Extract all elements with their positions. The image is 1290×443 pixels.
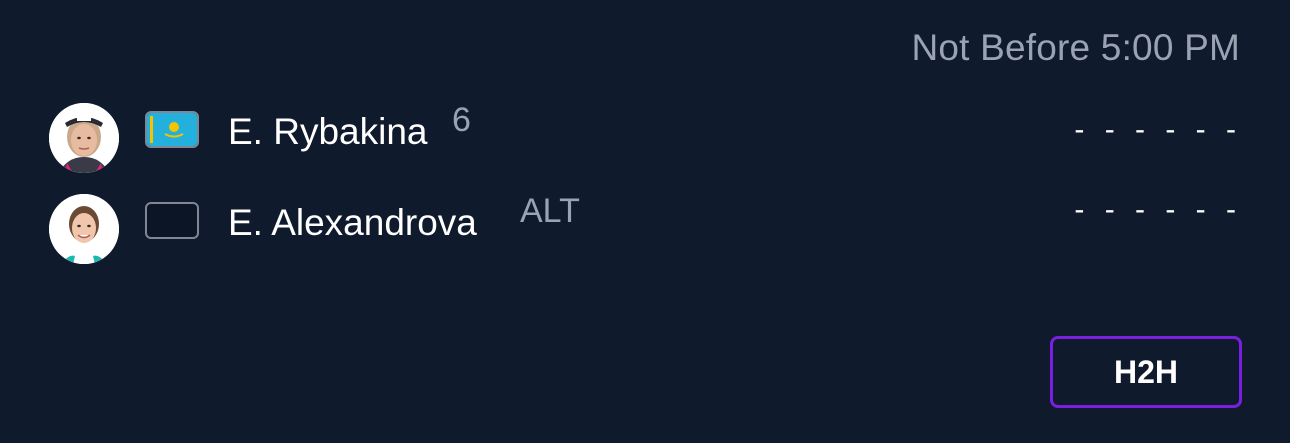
player-entry-tag: ALT — [520, 192, 580, 230]
player-name[interactable]: E. Rybakina — [228, 111, 428, 153]
player-photo-icon — [49, 103, 119, 173]
player-score: - - - - - - — [1074, 113, 1242, 146]
player-photo-icon — [49, 194, 119, 264]
player-score: - - - - - - — [1074, 193, 1242, 226]
match-schedule-time: Not Before 5:00 PM — [911, 27, 1240, 68]
match-card: Not Before 5:00 PM E. Rybakina 6 - - - -… — [0, 0, 1290, 443]
player-avatar[interactable] — [49, 103, 119, 173]
player-row[interactable]: E. Rybakina 6 - - - - - - — [0, 101, 1290, 173]
kazakhstan-flag-icon — [145, 111, 199, 148]
player-avatar[interactable] — [49, 194, 119, 264]
player-name[interactable]: E. Alexandrova — [228, 202, 477, 244]
empty-flag-icon — [145, 202, 199, 239]
player-seed: 6 — [452, 101, 471, 139]
h2h-button[interactable]: H2H — [1050, 336, 1242, 408]
player-row[interactable]: E. Alexandrova ALT - - - - - - — [0, 192, 1290, 264]
